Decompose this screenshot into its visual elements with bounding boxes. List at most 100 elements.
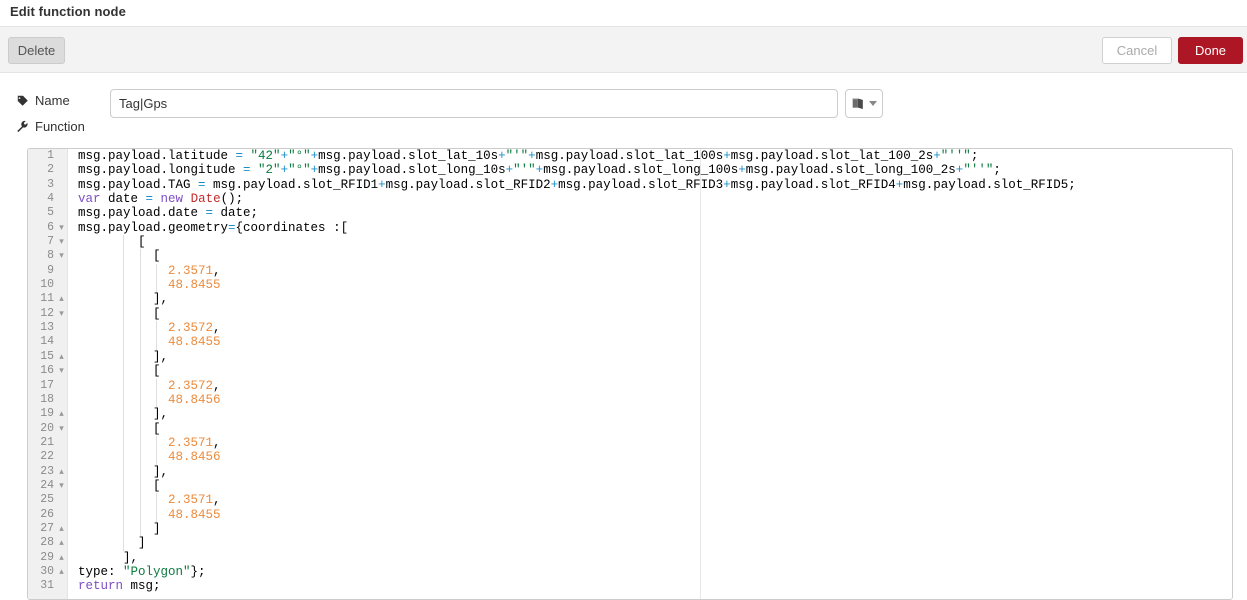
code-line[interactable]: 13 2.3572,: [28, 321, 1232, 336]
indent-guide: [139, 421, 141, 436]
code-line[interactable]: 8 ▾ [: [28, 249, 1232, 264]
line-number: 23: [40, 464, 54, 478]
fold-open-icon[interactable]: ▾: [57, 479, 66, 493]
code-line[interactable]: 16 ▾ [: [28, 364, 1232, 379]
fold-open-icon[interactable]: ▾: [57, 364, 66, 378]
fold-close-icon[interactable]: ▴: [57, 551, 66, 565]
name-label-text: Name: [35, 93, 70, 108]
fold-open-icon[interactable]: ▾: [57, 249, 66, 263]
indent-guide: [123, 278, 125, 293]
line-number: 16: [40, 364, 54, 378]
code-line[interactable]: 5 msg.payload.date = date;: [28, 206, 1232, 220]
code-line[interactable]: 4 var date = new Date();: [28, 192, 1232, 206]
indent-guide: [123, 493, 125, 508]
fold-close-icon[interactable]: ▴: [57, 465, 66, 479]
code-text: [: [78, 235, 146, 250]
line-number: 10: [40, 278, 54, 292]
indent-guide: [156, 493, 158, 508]
indent-guide: [139, 378, 141, 393]
code-line[interactable]: 27 ▴ ]: [28, 521, 1232, 537]
chevron-down-icon: [869, 101, 877, 106]
fold-open-icon[interactable]: ▾: [57, 422, 66, 436]
template-menu-button[interactable]: [845, 89, 883, 118]
indent-guide: [156, 507, 158, 522]
code-line[interactable]: 18 48.8456: [28, 392, 1232, 408]
line-number: 8: [47, 249, 54, 263]
code-line[interactable]: 17 2.3572,: [28, 378, 1232, 393]
line-number: 30: [40, 564, 54, 578]
code-line[interactable]: 6 ▾ msg.payload.geometry={coordinates :[: [28, 221, 1232, 235]
function-code-editor[interactable]: 1 msg.payload.latitude = "42"+"°"+msg.pay…: [27, 148, 1233, 600]
code-text: [: [78, 306, 161, 321]
indent-guide: [139, 493, 141, 508]
indent-guide: [123, 349, 125, 365]
cancel-button[interactable]: Cancel: [1102, 37, 1172, 64]
indent-guide: [139, 278, 141, 293]
fold-close-icon[interactable]: ▴: [57, 522, 66, 536]
line-number: 5: [47, 206, 54, 220]
line-number: 20: [40, 421, 54, 435]
code-text: msg.payload.latitude = "42"+"°"+msg.payl…: [78, 149, 979, 163]
delete-button[interactable]: Delete: [8, 37, 65, 64]
line-number: 28: [40, 536, 54, 550]
indent-guide: [139, 306, 141, 322]
code-line[interactable]: 30 ▴ type: "Polygon"};: [28, 565, 1232, 579]
code-line[interactable]: 7 ▾ [: [28, 235, 1232, 250]
line-number: 15: [40, 349, 54, 363]
indent-guide: [123, 235, 125, 250]
code-line[interactable]: 1 msg.payload.latitude = "42"+"°"+msg.pay…: [28, 149, 1232, 163]
indent-guide: [123, 435, 125, 451]
code-line[interactable]: 23 ▴ ],: [28, 464, 1232, 479]
indent-guide: [156, 435, 158, 451]
code-line[interactable]: 2 msg.payload.longitude = "2"+"°"+msg.pay…: [28, 163, 1232, 177]
code-line[interactable]: 19 ▴ ],: [28, 407, 1232, 422]
line-number: 27: [40, 521, 54, 535]
code-line[interactable]: 20 ▾ [: [28, 421, 1232, 436]
indent-guide: [139, 464, 141, 479]
fold-open-icon[interactable]: ▾: [57, 307, 66, 321]
fold-open-icon[interactable]: ▾: [57, 221, 66, 235]
fold-close-icon[interactable]: ▴: [57, 292, 66, 306]
code-line[interactable]: 10 48.8455: [28, 278, 1232, 293]
code-line[interactable]: 14 48.8455: [28, 335, 1232, 350]
done-button[interactable]: Done: [1178, 37, 1243, 64]
book-icon: [851, 97, 866, 110]
line-number: 3: [47, 177, 54, 191]
code-line[interactable]: 29 ▴ ],: [28, 551, 1232, 565]
code-line[interactable]: 22 48.8456: [28, 450, 1232, 465]
name-input[interactable]: [110, 89, 838, 118]
code-line[interactable]: 11 ▴ ],: [28, 292, 1232, 307]
indent-guide: [139, 478, 141, 494]
indent-guide: [156, 335, 158, 350]
indent-guide: [156, 378, 158, 393]
node-properties-form: Name Function: [0, 73, 1247, 141]
line-number: 18: [40, 392, 54, 406]
indent-guide: [156, 392, 158, 408]
code-line[interactable]: 24 ▾ [: [28, 478, 1232, 494]
fold-open-icon[interactable]: ▾: [57, 235, 66, 249]
code-line[interactable]: 15 ▴ ],: [28, 349, 1232, 365]
line-number: 1: [47, 149, 54, 162]
code-text: type: "Polygon"};: [78, 564, 206, 579]
editor-code-area[interactable]: 1 msg.payload.latitude = "42"+"°"+msg.pay…: [28, 149, 1232, 599]
fold-close-icon[interactable]: ▴: [57, 565, 66, 579]
code-line[interactable]: 28 ▴ ]: [28, 536, 1232, 551]
code-text: 48.8455: [168, 278, 221, 293]
code-line[interactable]: 21 2.3571,: [28, 435, 1232, 451]
code-text: msg.payload.geometry={coordinates :[: [78, 220, 349, 235]
fold-close-icon[interactable]: ▴: [57, 350, 66, 364]
code-line[interactable]: 26 48.8455: [28, 507, 1232, 522]
indent-guide: [123, 321, 125, 336]
code-line[interactable]: 12 ▾ [: [28, 306, 1232, 322]
line-number: 7: [47, 235, 54, 249]
fold-close-icon[interactable]: ▴: [57, 407, 66, 421]
line-number: 6: [47, 220, 54, 234]
line-number: 13: [40, 321, 54, 335]
indent-guide: [139, 292, 141, 307]
indent-guide: [139, 392, 141, 408]
code-line[interactable]: 31 return msg;: [28, 579, 1232, 593]
fold-close-icon[interactable]: ▴: [57, 536, 66, 550]
code-line[interactable]: 9 2.3571,: [28, 263, 1232, 279]
code-line[interactable]: 25 2.3571,: [28, 493, 1232, 508]
code-line[interactable]: 3 msg.payload.TAG = msg.payload.slot_RFID…: [28, 178, 1232, 192]
